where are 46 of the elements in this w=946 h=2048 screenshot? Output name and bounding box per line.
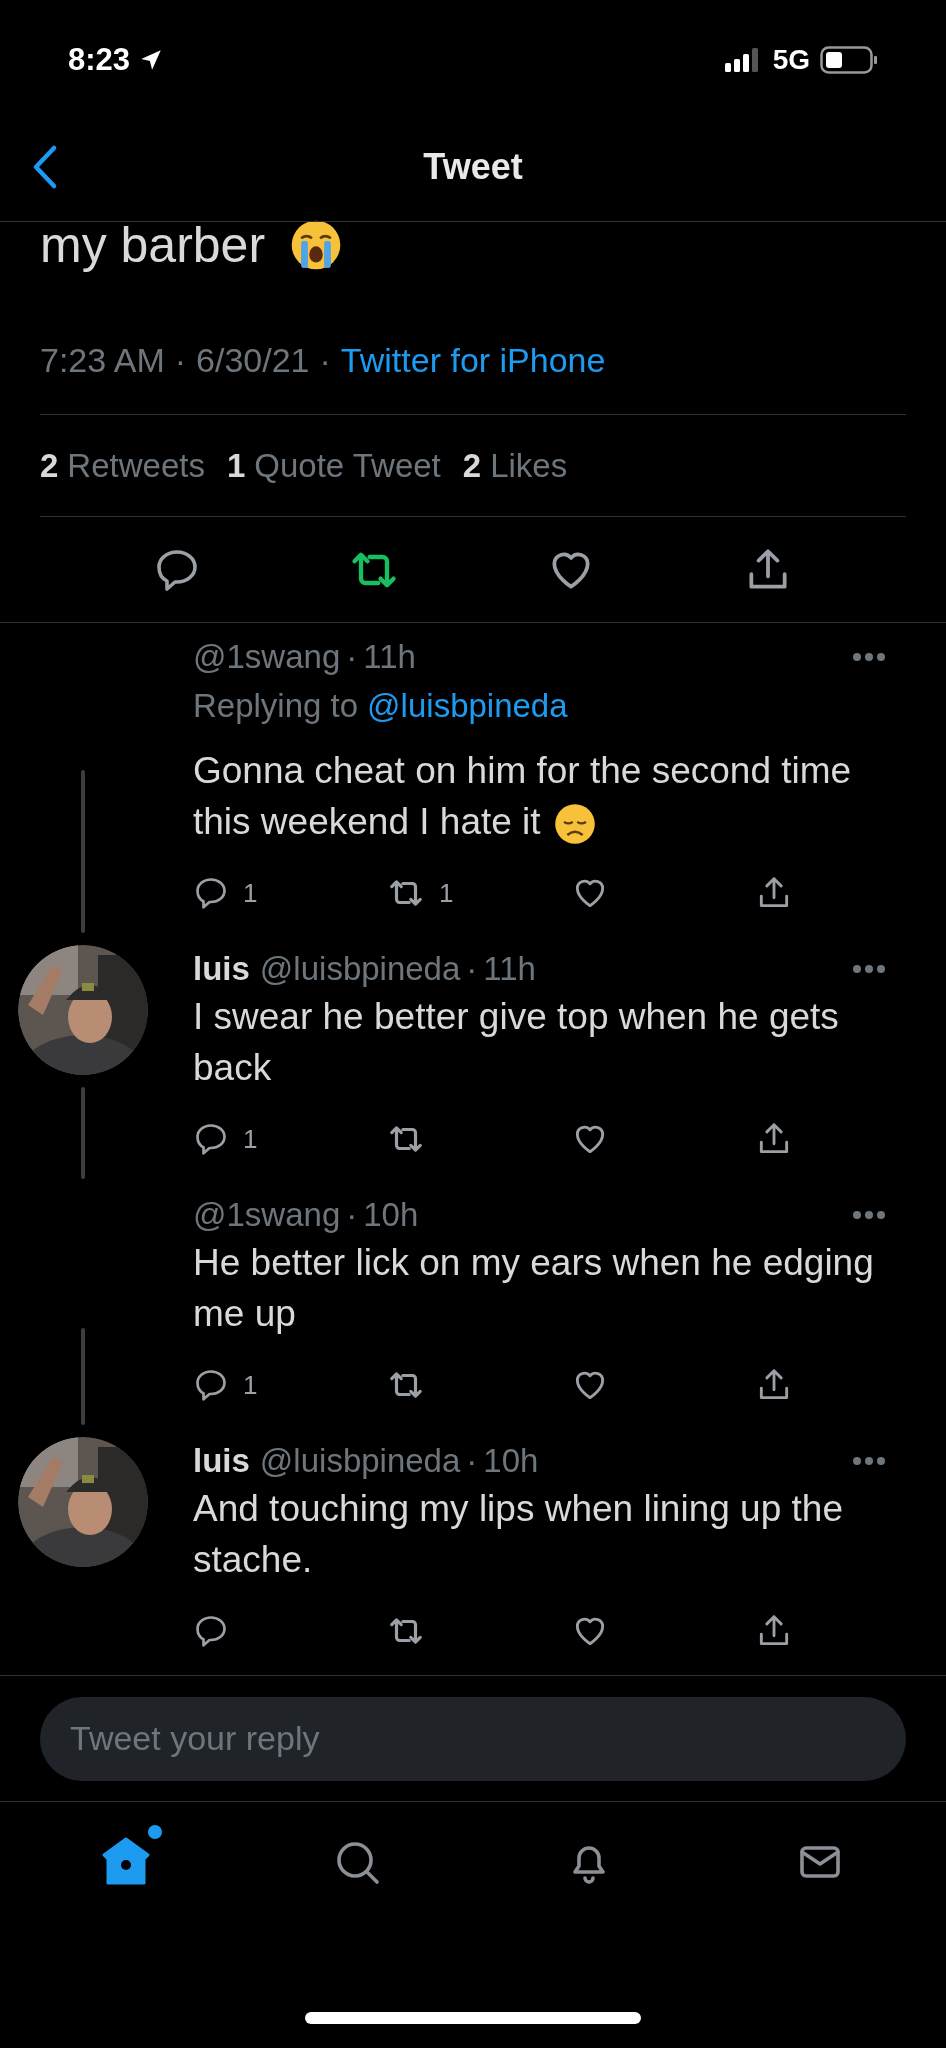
reply-text: He better lick on my ears when he edging me up [193,1242,874,1334]
separator-dot: · [319,339,331,381]
tweet-time: 7:23 AM [40,339,165,381]
reply-icon[interactable] [193,1367,229,1403]
tweet-date: 6/30/21 [196,339,310,381]
reply-icon[interactable] [193,1613,229,1649]
more-icon[interactable] [852,1210,886,1220]
reply-text: Gonna cheat on him for the second time this weekend I hate it [193,750,852,842]
separator-dot: · [346,638,358,675]
reply-time: 10h [483,1442,539,1479]
more-icon[interactable] [852,1456,886,1466]
stat-link[interactable]: 2 Retweets [40,440,205,491]
stat-link[interactable]: 1 Quote Tweet [226,440,441,491]
separator-dot: · [466,1442,478,1479]
tweet-text: my barber [40,216,266,274]
author-handle[interactable]: @1swang [193,1196,341,1233]
author-name[interactable]: luis [193,950,250,987]
reply-time: 10h [363,1196,419,1233]
reply-text: And touching my lips when lining up the stache. [193,1488,843,1580]
separator-dot: · [174,339,187,381]
author-handle[interactable]: @luisbpineda [259,1442,461,1479]
reply-time: 11h [483,950,536,987]
reply-icon[interactable] [193,1121,229,1157]
reply-count: 1 [243,1122,258,1156]
author-name[interactable]: luis [193,1442,250,1479]
replying-to-label: Replying to [193,687,359,724]
reply-input-field[interactable]: Tweet your reply [40,1696,906,1781]
network-label: 5G [772,43,810,77]
mention-link[interactable]: @luisbpineda [367,687,568,724]
author-handle[interactable]: @1swang [193,638,341,675]
reply-count: 1 [243,1368,258,1402]
more-icon[interactable] [852,652,886,662]
source-link[interactable]: Twitter for iPhone [340,334,606,386]
reply-text: I swear he better give top when he gets back [193,996,839,1088]
page-title: Tweet [423,144,523,189]
retweet-count: 1 [439,876,454,910]
separator-dot: · [466,950,478,987]
more-icon[interactable] [852,964,886,974]
reply-time: 11h [363,638,416,675]
reply-count: 1 [243,876,258,910]
author-handle[interactable]: @luisbpineda [259,950,461,987]
clock-time: 8:23 [68,40,131,79]
separator-dot: · [346,1196,358,1233]
battery-icon [820,46,878,74]
reply-icon[interactable] [193,875,229,911]
stat-link[interactable]: 2 Likes [462,440,568,491]
